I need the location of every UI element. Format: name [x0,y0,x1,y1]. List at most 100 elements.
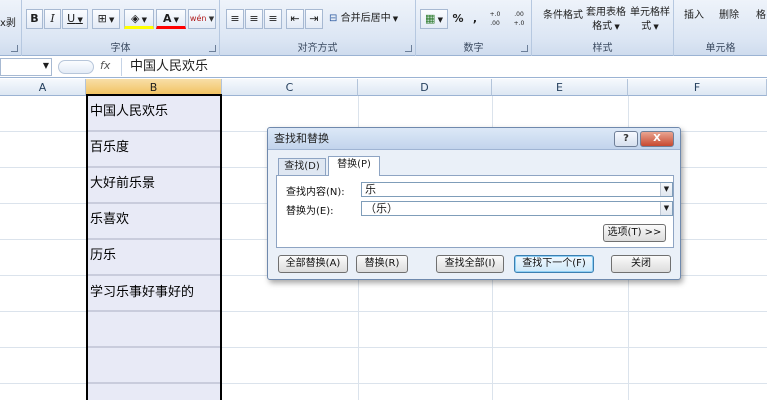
underline-dropdown-icon: ▼ [75,16,83,24]
styles-group: 条件格式 套用表格格式 ▼ 单元格样式 ▼ 样式 [532,0,674,56]
find-next-button[interactable]: 查找下一个(F) [514,255,594,273]
styles-group-label: 样式 [592,43,613,54]
cell-b6[interactable]: 学习乐事好事好的 [90,283,194,303]
align-left-icon: ≡ [230,12,240,25]
cell-b4[interactable]: 乐喜欢 [90,210,129,230]
format-button-partial[interactable]: 格 [756,6,766,21]
cell-b1[interactable]: 中国人民欢乐 [90,102,168,122]
underline-label: U [67,12,76,25]
increase-indent-button[interactable]: ⇥ [305,9,323,29]
find-input[interactable]: 乐 ▼ [361,182,673,197]
borders-button[interactable]: ⊞ ▼ [92,9,120,29]
conditional-format-button[interactable]: 条件格式 [538,6,588,21]
alignment-launcher[interactable] [405,45,412,52]
decrease-indent-icon: ⇤ [290,12,300,25]
tab-replace[interactable]: 替换(P) [328,156,380,176]
phonetic-icon: wén [189,14,207,23]
borders-icon: ⊞ [97,12,107,25]
accounting-button[interactable]: ▦ ▼ [420,9,448,29]
underline-button[interactable]: U ▼ [62,9,88,29]
increase-indent-icon: ⇥ [309,12,319,25]
font-color-dropdown-icon: ▼ [171,16,180,24]
cell-b3[interactable]: 大好前乐景 [90,174,155,194]
cell-styles-label: 单元格样式 [630,7,670,32]
formula-bar: ▼ fx 中国人民欢乐 [0,56,767,78]
align-right-button[interactable]: ≡ [264,9,282,29]
clipboard-group: x剥 [0,0,22,56]
replace-pane: 查找内容(N): 乐 ▼ 替换为(E): （乐） ▼ 选项(T) >> [276,175,674,248]
replace-input[interactable]: （乐） ▼ [361,201,673,216]
table-format-dropdown-icon: ▼ [612,23,620,31]
font-launcher[interactable] [209,45,216,52]
increase-decimal-button[interactable]: +.0 .00 [484,9,506,29]
column-header-c[interactable]: C [222,79,358,96]
comma-button[interactable]: , [468,9,482,29]
replace-value: （乐） [365,202,398,215]
align-left-button[interactable]: ≡ [226,9,244,29]
cell-b5[interactable]: 历乐 [90,246,116,266]
delete-button[interactable]: 删除 [719,6,739,21]
column-header-f[interactable]: F [628,79,767,96]
percent-button[interactable]: % [450,9,466,29]
accounting-dropdown-icon: ▼ [435,16,443,24]
merge-dropdown-icon: ▼ [390,15,399,23]
font-color-button[interactable]: A ▼ [156,9,186,29]
fill-dropdown-icon: ▼ [139,16,148,24]
cell-b2[interactable]: 百乐度 [90,138,129,158]
borders-dropdown-icon: ▼ [106,16,115,24]
fill-color-button[interactable]: ◈ ▼ [124,9,154,29]
ribbon: x剥 B I U ▼ ⊞ ▼ ◈ ▼ A ▼ wén ▼ 字体 ≡ ≡ ≡ ⇤ … [0,0,767,56]
dialog-close-button[interactable]: 关闭 [611,255,671,273]
cells-group-label: 单元格 [705,43,736,54]
decrease-decimal-button[interactable]: .00 +.0 [508,9,530,29]
table-format-label: 套用表格格式 [586,7,626,32]
clipboard-launcher[interactable] [11,45,18,52]
find-value: 乐 [365,183,376,196]
table-format-button[interactable]: 套用表格格式 ▼ [582,6,630,34]
bold-button[interactable]: B [26,9,43,29]
column-header-a[interactable]: A [0,79,86,96]
clipboard-partial-label: x剥 [0,18,16,29]
find-dropdown-icon[interactable]: ▼ [660,183,672,196]
options-button[interactable]: 选项(T) >> [603,224,666,242]
align-center-icon: ≡ [249,12,259,25]
column-header-e[interactable]: E [492,79,628,96]
alignment-group: ≡ ≡ ≡ ⇤ ⇥ ⊟ 合并后居中 ▼ 对齐方式 [220,0,416,56]
merge-icon: ⊟ [329,13,338,24]
find-replace-dialog: 查找和替换 ? X 查找(D) 替换(P) 查找内容(N): 乐 ▼ 替换为(E)… [267,127,681,280]
font-group-label: 字体 [110,43,131,54]
number-group: ▦ ▼ % , +.0 .00 .00 +.0 数字 [416,0,532,56]
phonetic-dropdown-icon: ▼ [206,15,215,23]
number-launcher[interactable] [521,45,528,52]
number-group-label: 数字 [463,43,484,54]
align-right-icon: ≡ [268,12,278,25]
formula-input[interactable]: 中国人民欢乐 [121,58,767,76]
formula-expand-handle[interactable] [58,60,94,74]
close-window-button[interactable]: X [640,131,674,147]
cell-styles-button[interactable]: 单元格样式 ▼ [630,6,670,34]
name-box[interactable]: ▼ [0,58,52,76]
currency-icon: ▦ [424,12,436,25]
replace-dropdown-icon[interactable]: ▼ [660,202,672,215]
find-all-button[interactable]: 查找全部(I) [436,255,504,273]
phonetic-button[interactable]: wén ▼ [188,9,216,29]
column-header-d[interactable]: D [358,79,492,96]
merge-label: 合并后居中 [340,13,391,24]
cells-group: 插入 删除 格 单元格 [674,0,767,56]
tab-find[interactable]: 查找(D) [278,158,326,175]
font-group: B I U ▼ ⊞ ▼ ◈ ▼ A ▼ wén ▼ 字体 [22,0,220,56]
decrease-indent-button[interactable]: ⇤ [286,9,304,29]
name-box-dropdown-icon[interactable]: ▼ [43,61,49,70]
cell-styles-dropdown-icon: ▼ [651,23,659,31]
alignment-group-label: 对齐方式 [297,43,338,54]
insert-function-icon[interactable]: fx [100,59,110,72]
merge-center-button[interactable]: ⊟ 合并后居中 ▼ [328,9,412,29]
align-center-button[interactable]: ≡ [245,9,263,29]
find-label: 查找内容(N): [286,187,345,198]
replace-label: 替换为(E): [286,206,334,217]
replace-all-button[interactable]: 全部替换(A) [278,255,348,273]
replace-button[interactable]: 替换(R) [356,255,408,273]
italic-button[interactable]: I [44,9,61,29]
help-button[interactable]: ? [614,131,638,147]
insert-button[interactable]: 插入 [684,6,704,21]
